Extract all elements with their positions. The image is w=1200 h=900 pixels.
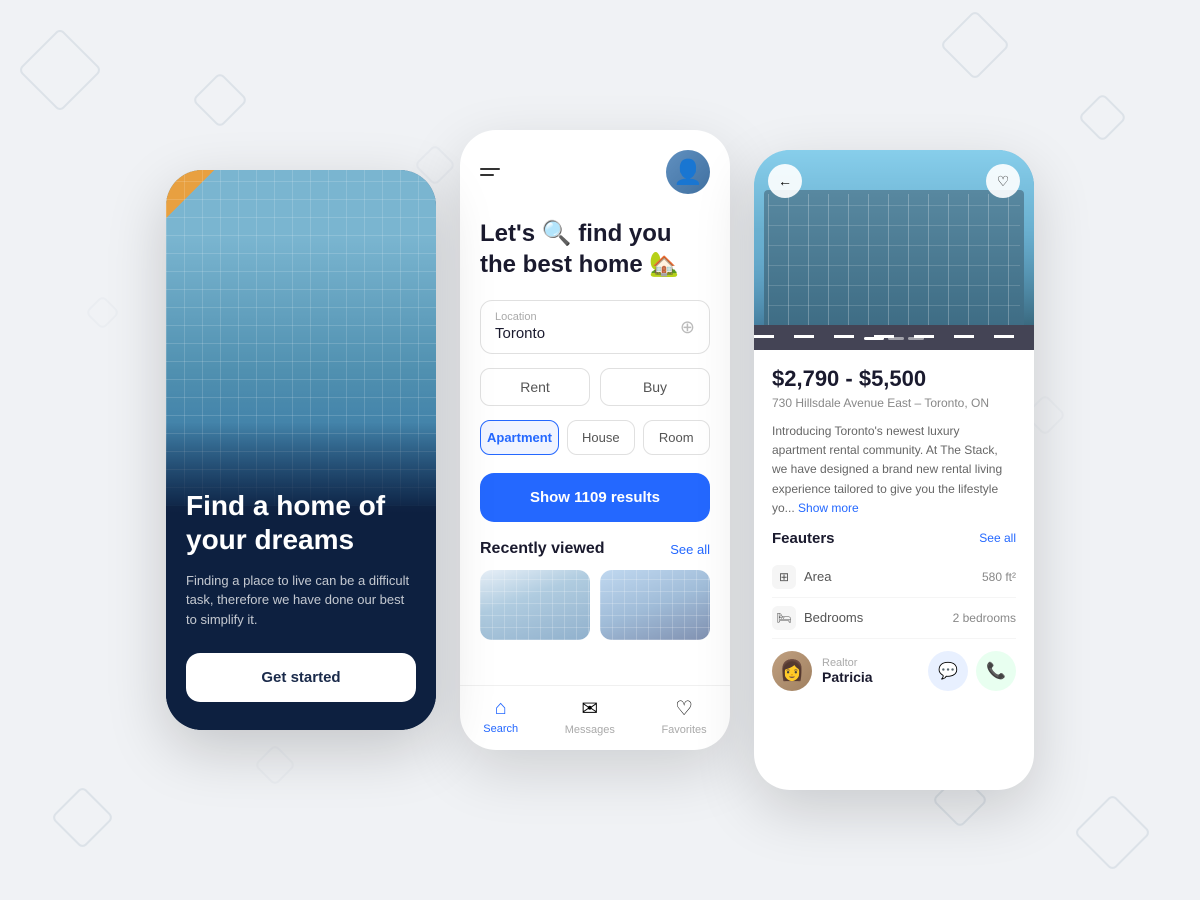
heading-line1: Let's 🔍 find you: [480, 220, 672, 247]
price-range: $2,790 - $5,500: [772, 366, 1016, 392]
contact-buttons: 💬 📞: [928, 651, 1016, 691]
feature-bedrooms: 🛏 Bedrooms 2 bedrooms: [772, 598, 1016, 639]
nav-search-label: Search: [483, 723, 518, 735]
bottom-nav: ⌂ Search ✉ Messages ♡ Favorites: [460, 685, 730, 750]
recently-viewed-see-all[interactable]: See all: [670, 542, 710, 557]
thumbnail-row: [480, 570, 710, 640]
features-title: Feauters: [772, 530, 835, 547]
room-button[interactable]: Room: [643, 420, 711, 455]
dot-2: [888, 337, 904, 340]
call-button[interactable]: 📞: [976, 651, 1016, 691]
back-icon: ←: [778, 173, 792, 189]
screen-property-detail: ← ♡ $2,790 - $5,500 730 Hillsdale Avenue…: [754, 150, 1034, 790]
bedrooms-label: Bedrooms: [804, 610, 863, 625]
show-more-link[interactable]: Show more: [798, 501, 859, 515]
house-button[interactable]: House: [567, 420, 635, 455]
user-avatar[interactable]: 👤: [666, 150, 710, 194]
transaction-type-row: Rent Buy: [480, 368, 710, 406]
location-value: Toronto: [495, 325, 545, 342]
area-value: 580 ft²: [982, 570, 1016, 584]
apartment-button[interactable]: Apartment: [480, 420, 559, 455]
target-icon: ⊕: [680, 317, 695, 338]
search-heading: Let's 🔍 find you the best home 🏡: [480, 218, 710, 280]
menu-icon[interactable]: [480, 168, 500, 176]
area-icon: ⊞: [772, 565, 796, 589]
back-button[interactable]: ←: [768, 164, 802, 198]
location-label: Location: [495, 311, 545, 323]
realtor-avatar: 👩: [772, 651, 812, 691]
recently-viewed-title: Recently viewed: [480, 540, 605, 558]
property-nav: ← ♡: [768, 164, 1020, 198]
thumbnail-2[interactable]: [600, 570, 710, 640]
buy-button[interactable]: Buy: [600, 368, 710, 406]
screens-container: Find a home of your dreams Finding a pla…: [166, 110, 1034, 790]
recently-viewed-header: Recently viewed See all: [480, 540, 710, 558]
nav-favorites-label: Favorites: [661, 724, 706, 736]
dot-3: [908, 337, 924, 340]
bedrooms-value: 2 bedrooms: [953, 611, 1016, 625]
feature-area: ⊞ Area 580 ft²: [772, 557, 1016, 598]
property-type-row: Apartment House Room: [480, 420, 710, 455]
location-field[interactable]: Location Toronto ⊕: [480, 300, 710, 354]
property-description: Introducing Toronto's newest luxury apar…: [772, 422, 1016, 518]
heading-line2: the best home 🏡: [480, 251, 679, 278]
onboarding-subtitle: Finding a place to live can be a difficu…: [186, 571, 416, 630]
message-button[interactable]: 💬: [928, 651, 968, 691]
realtor-name: Patricia: [822, 669, 918, 685]
property-address: 730 Hillsdale Avenue East – Toronto, ON: [772, 396, 1016, 410]
favorites-nav-icon: ♡: [675, 696, 693, 721]
search-nav-icon: ⌂: [495, 697, 507, 720]
phone-icon: 📞: [986, 661, 1006, 681]
nav-search[interactable]: ⌂ Search: [483, 697, 518, 735]
nav-messages[interactable]: ✉ Messages: [565, 696, 615, 736]
dot-1: [864, 337, 884, 340]
messages-nav-icon: ✉: [581, 696, 598, 721]
message-icon: 💬: [938, 661, 958, 681]
image-dots: [864, 337, 924, 340]
heart-icon: ♡: [997, 173, 1010, 190]
thumbnail-1[interactable]: [480, 570, 590, 640]
favorite-button[interactable]: ♡: [986, 164, 1020, 198]
nav-messages-label: Messages: [565, 724, 615, 736]
get-started-button[interactable]: Get started: [186, 653, 416, 702]
features-see-all[interactable]: See all: [979, 531, 1016, 545]
screen-onboarding: Find a home of your dreams Finding a pla…: [166, 170, 436, 730]
bedrooms-icon: 🛏: [772, 606, 796, 630]
onboarding-title: Find a home of your dreams: [186, 489, 416, 556]
nav-favorites[interactable]: ♡ Favorites: [661, 696, 706, 736]
rent-button[interactable]: Rent: [480, 368, 590, 406]
realtor-info: Realtor Patricia: [822, 657, 918, 685]
features-header: Feauters See all: [772, 530, 1016, 547]
area-label: Area: [804, 569, 831, 584]
property-image: ← ♡: [754, 150, 1034, 350]
property-detail-body: $2,790 - $5,500 730 Hillsdale Avenue Eas…: [754, 350, 1034, 790]
realtor-row: 👩 Realtor Patricia 💬 📞: [772, 639, 1016, 691]
show-results-button[interactable]: Show 1109 results: [480, 473, 710, 522]
search-header: 👤: [480, 150, 710, 194]
realtor-role: Realtor: [822, 657, 918, 669]
screen-search: 👤 Let's 🔍 find you the best home 🏡 Locat…: [460, 130, 730, 750]
